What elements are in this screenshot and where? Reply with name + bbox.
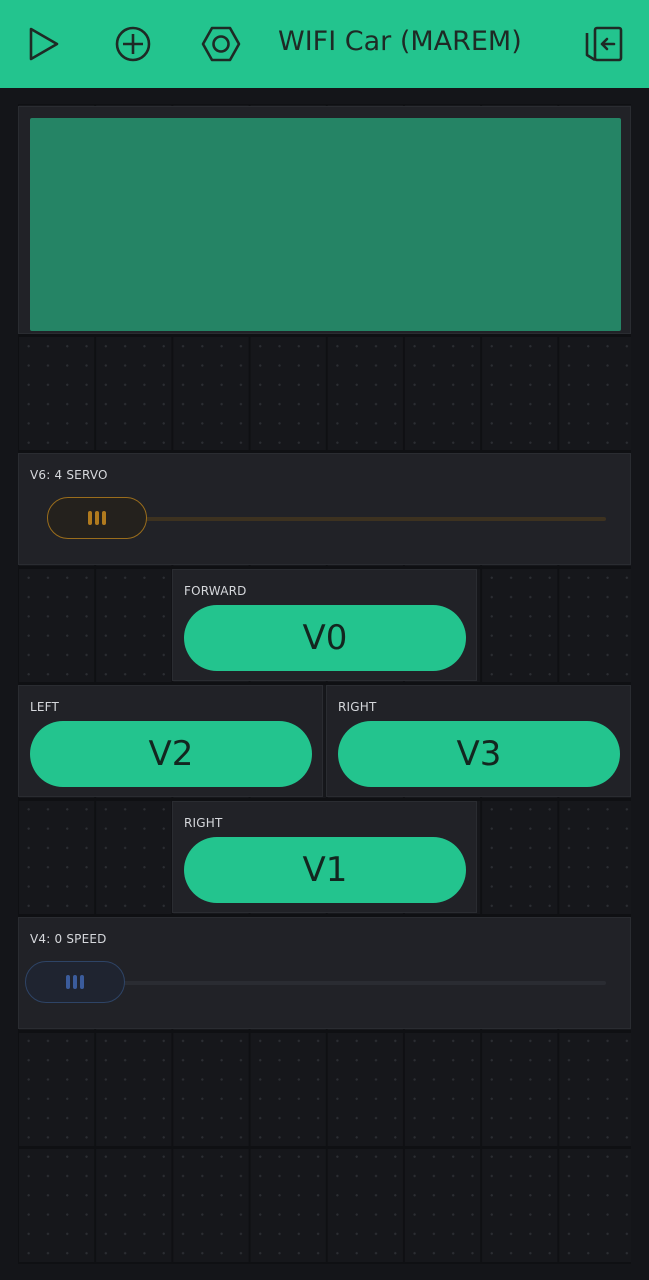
- forward-button[interactable]: V0: [184, 605, 466, 671]
- lcd-screen: [30, 118, 621, 331]
- speed-slider-handle[interactable]: [25, 961, 125, 1003]
- lcd-widget[interactable]: [18, 106, 631, 334]
- app-header: WIFI Car (MAREM): [0, 0, 649, 88]
- app-title: WIFI Car (MAREM): [278, 26, 522, 57]
- left-button-label: LEFT: [30, 700, 60, 714]
- exit-icon[interactable]: [583, 22, 627, 66]
- left-button[interactable]: V2: [30, 721, 312, 787]
- grip-icon: [80, 975, 84, 989]
- back-button-widget: RIGHT V1: [172, 801, 477, 913]
- grip-icon: [73, 975, 77, 989]
- speed-slider-widget: V4: 0 SPEED: [18, 917, 631, 1029]
- servo-slider-label: V6: 4 SERVO: [30, 468, 108, 482]
- grip-icon: [102, 511, 106, 525]
- right-button[interactable]: V3: [338, 721, 620, 787]
- servo-slider-handle[interactable]: [47, 497, 147, 539]
- settings-icon[interactable]: [199, 22, 243, 66]
- play-icon[interactable]: [22, 22, 66, 66]
- grip-icon: [66, 975, 70, 989]
- left-button-widget: LEFT V2: [18, 685, 323, 797]
- forward-button-label: FORWARD: [184, 584, 247, 598]
- add-icon[interactable]: [111, 22, 155, 66]
- dashboard-canvas: V6: 4 SERVO FORWARD V0 LEFT V2 RIGHT V3 …: [18, 104, 631, 1264]
- speed-slider-label: V4: 0 SPEED: [30, 932, 107, 946]
- back-button-label: RIGHT: [184, 816, 223, 830]
- grip-icon: [88, 511, 92, 525]
- servo-slider-widget: V6: 4 SERVO: [18, 453, 631, 565]
- right-button-widget: RIGHT V3: [326, 685, 631, 797]
- forward-button-widget: FORWARD V0: [172, 569, 477, 681]
- grip-icon: [95, 511, 99, 525]
- right-button-label: RIGHT: [338, 700, 377, 714]
- back-button[interactable]: V1: [184, 837, 466, 903]
